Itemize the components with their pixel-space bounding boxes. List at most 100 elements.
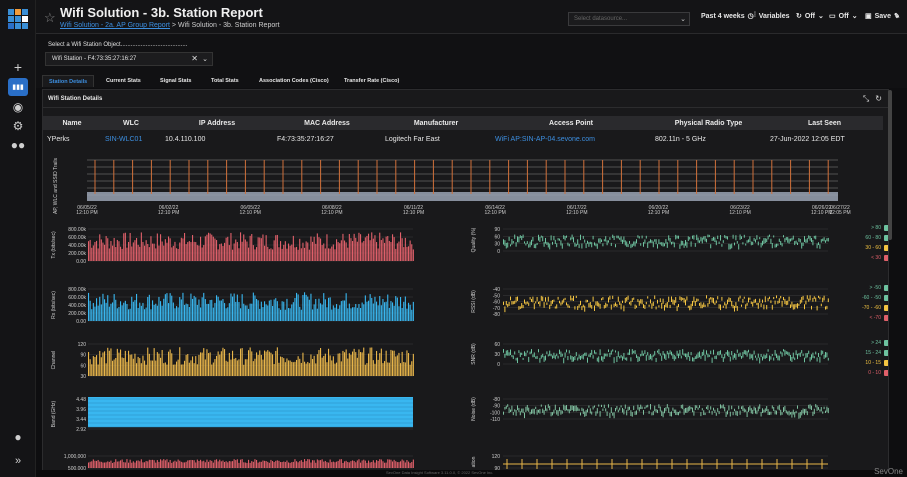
col-wlc[interactable]: WLC — [101, 116, 161, 130]
expand-sidebar-icon[interactable]: » — [8, 452, 28, 470]
col-last-seen[interactable]: Last Seen — [766, 116, 883, 130]
left-chart-bar — [308, 363, 310, 376]
col-access-point[interactable]: Access Point — [491, 116, 651, 130]
col-ip[interactable]: IP Address — [161, 116, 273, 130]
tab-station-details[interactable]: Station Details — [42, 75, 95, 87]
timerange-button[interactable]: Past 4 weeks ◷ — [701, 12, 754, 21]
right-chart-point — [543, 241, 545, 247]
left-chart-bar — [99, 296, 101, 321]
right-chart-point — [742, 405, 744, 412]
add-icon[interactable]: + — [8, 58, 28, 76]
right-chart-point — [622, 407, 623, 413]
right-chart-point — [798, 303, 800, 306]
left-chart-bar — [310, 293, 312, 321]
breadcrumb-link[interactable]: Wifi Solution - 2a. AP Group Report — [60, 22, 170, 29]
left-chart-bar — [156, 460, 158, 468]
left-chart-bar — [169, 238, 171, 261]
right-chart-point — [636, 354, 637, 358]
left-chart-bar — [264, 245, 266, 261]
col-radio-type[interactable]: Physical Radio Type — [651, 116, 766, 130]
right-chart-point — [564, 297, 566, 300]
right-chart-point — [504, 306, 506, 313]
clear-icon[interactable]: ✕ — [191, 54, 198, 63]
timeline-tick-time: 12:10 PM — [648, 210, 669, 216]
timeline-tick-time: 12:10 PM — [484, 210, 505, 216]
left-chart-bar — [329, 297, 331, 321]
datasource-select[interactable]: Select datasource... ⌄ — [568, 12, 690, 26]
right-chart-point — [785, 410, 787, 414]
left-chart-bar — [128, 309, 130, 321]
edit-icon[interactable]: ✎ — [894, 12, 900, 20]
col-name[interactable]: Name — [43, 116, 101, 130]
collapse-icon[interactable]: ⤡ — [863, 94, 869, 104]
left-chart-bar — [347, 462, 349, 468]
left-chart-bar — [356, 307, 358, 321]
left-chart-bar — [284, 461, 286, 468]
right-chart-point — [804, 357, 805, 363]
left-chart-bar — [232, 249, 234, 261]
tab-transfer-rate[interactable]: Transfer Rate (Cisco) — [338, 75, 405, 87]
right-chart-point — [536, 242, 538, 246]
left-chart-bar — [236, 459, 238, 468]
right-chart-point — [557, 355, 559, 359]
star-icon[interactable]: ☆ — [44, 10, 56, 26]
panel-scrollbar[interactable] — [888, 90, 892, 240]
left-chart-bar — [345, 460, 347, 468]
left-chart-bar — [337, 308, 339, 321]
right-chart-point — [683, 243, 685, 248]
right-chart-point — [692, 407, 693, 413]
gears-icon[interactable]: ⚙ — [8, 117, 28, 135]
right-chart-point — [685, 407, 686, 413]
tab-total-stats[interactable]: Total Stats — [205, 75, 245, 87]
right-chart-point — [633, 405, 635, 411]
left-chart-bar — [332, 244, 334, 261]
cell-wlc[interactable]: SIN-WLC01 — [101, 130, 161, 148]
left-chart-tick: 0.00 — [76, 319, 86, 325]
left-chart-bar — [292, 302, 294, 321]
left-chart-bar — [284, 362, 286, 376]
cell-access-point[interactable]: WiFi AP:SIN-AP-04.sevone.com — [491, 130, 651, 148]
left-chart-bar — [112, 462, 114, 468]
right-chart-point — [776, 353, 777, 358]
right-chart-point — [528, 244, 530, 248]
left-chart-bar — [131, 354, 133, 376]
left-chart-bar — [251, 461, 253, 468]
left-chart-bar — [248, 350, 250, 376]
user-icon[interactable]: ● — [8, 428, 28, 446]
right-chart-point — [778, 298, 780, 304]
left-chart-bar — [316, 459, 318, 468]
legend-swatch — [884, 255, 888, 261]
tab-signal-stats[interactable]: Signal Stats — [154, 75, 197, 87]
col-manufacturer[interactable]: Manufacturer — [381, 116, 491, 130]
tab-current-stats[interactable]: Current Stats — [100, 75, 147, 87]
refresh-button[interactable]: ↻ Off ⌄ — [796, 12, 824, 21]
col-mac[interactable]: MAC Address — [273, 116, 381, 130]
tab-association-codes[interactable]: Association Codes (Cisco) — [253, 75, 335, 87]
left-chart-bar — [131, 462, 133, 468]
left-chart-bar — [304, 361, 306, 376]
right-chart-point — [750, 408, 752, 414]
left-chart-bar — [166, 242, 168, 261]
right-chart-point — [543, 410, 545, 415]
app-logo[interactable] — [8, 9, 28, 29]
right-chart-point — [515, 242, 517, 247]
left-chart-bar — [153, 348, 155, 376]
right-chart-point — [557, 410, 559, 416]
display-button[interactable]: ▭ Off ⌄ — [829, 12, 858, 21]
left-chart-bar — [94, 460, 96, 468]
users-icon[interactable]: ●● — [8, 136, 28, 154]
right-chart-point — [619, 407, 621, 411]
left-chart-bar — [281, 301, 283, 321]
refresh-icon[interactable]: ↻ — [875, 94, 882, 104]
right-chart-point — [812, 240, 814, 246]
left-chart-bar — [236, 294, 238, 321]
left-chart-bar — [326, 234, 328, 261]
reports-icon[interactable]: ▮▮▮ — [8, 78, 28, 96]
variable-select[interactable]: Wifi Station - F4:73:35:27:16:27 ✕ ⌄ — [45, 52, 213, 66]
left-chart-bar — [184, 304, 186, 321]
variables-button[interactable]: ⫶ Variables — [754, 12, 790, 20]
compass-icon[interactable]: ◉ — [8, 98, 28, 116]
left-chart-bar — [363, 241, 365, 261]
left-chart-bar — [228, 461, 230, 468]
right-chart-point — [672, 299, 674, 305]
